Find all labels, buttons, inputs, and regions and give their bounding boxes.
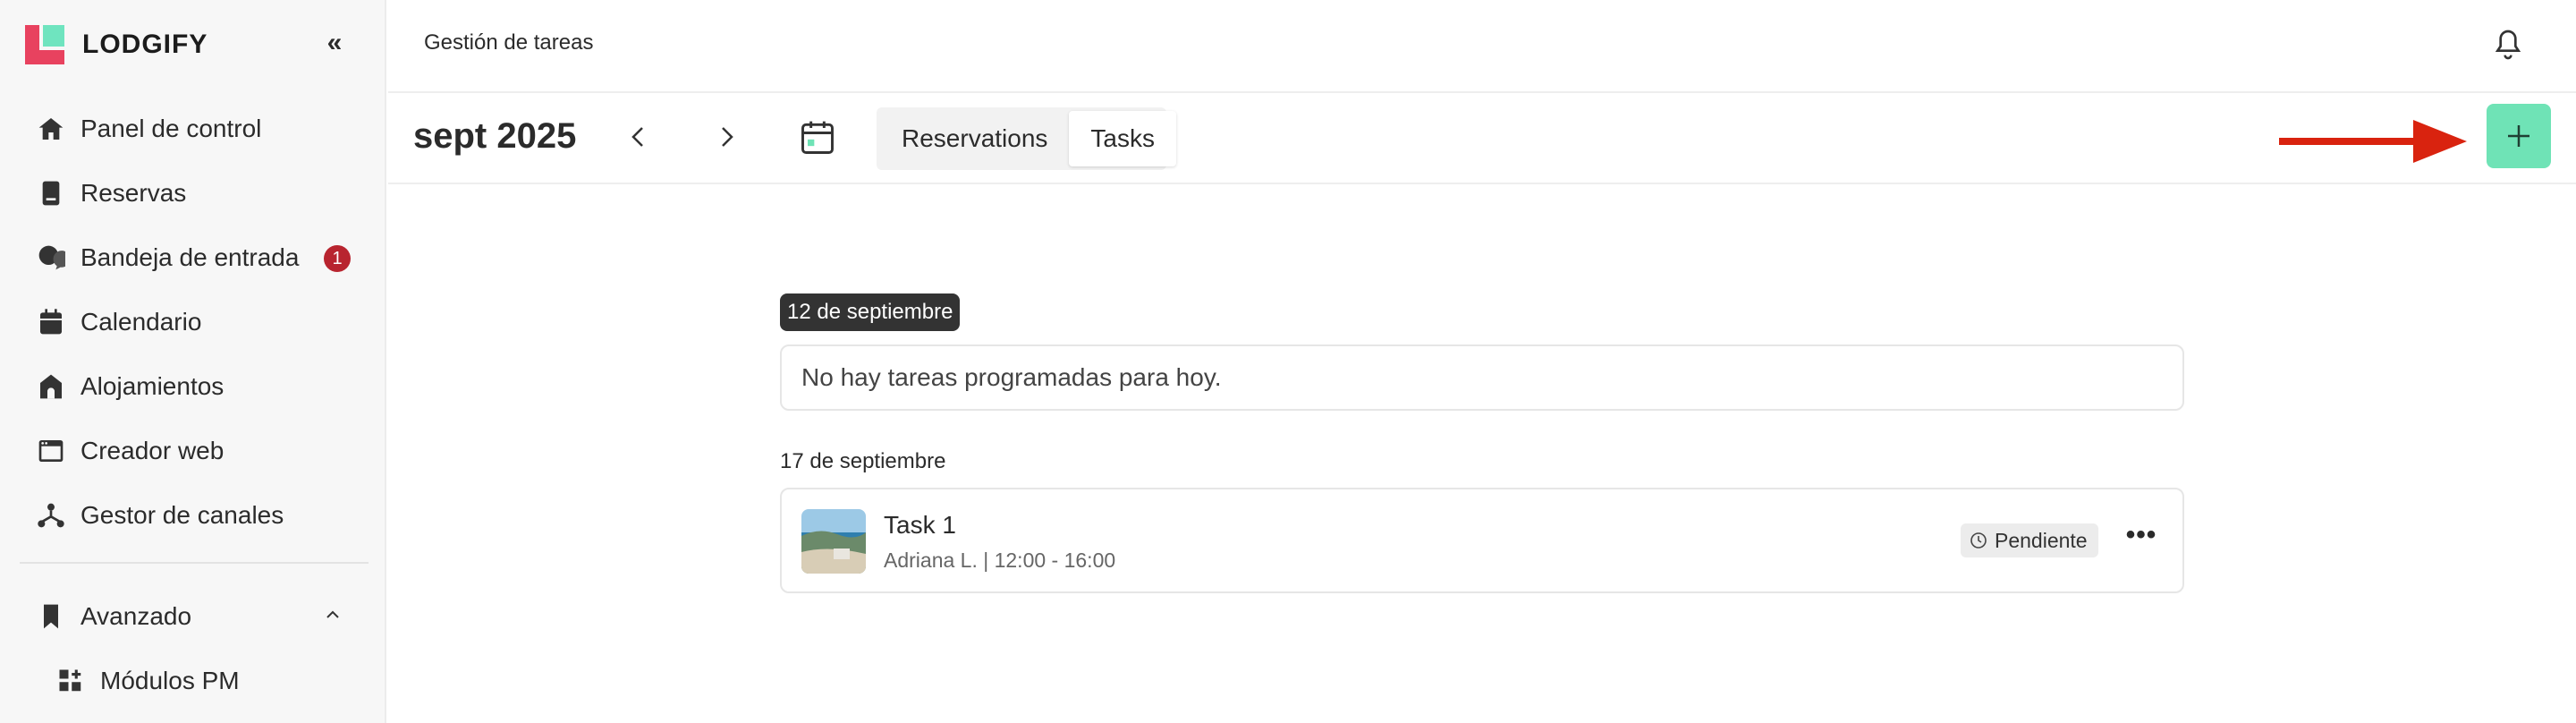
tab-reservations[interactable]: Reservations xyxy=(880,111,1069,166)
sidebar-item-calendario[interactable]: Calendario xyxy=(0,290,385,354)
house-icon xyxy=(36,371,66,402)
home-icon xyxy=(36,114,66,144)
bookmark-icon xyxy=(36,601,66,632)
sidebar-item-label: Alojamientos xyxy=(80,372,225,400)
sidebar-item-creador-web[interactable]: Creador web xyxy=(0,419,385,483)
chat-icon xyxy=(36,242,66,273)
notifications-button[interactable] xyxy=(2490,27,2526,63)
collapse-sidebar-button[interactable]: « xyxy=(317,27,352,63)
more-horizontal-icon: ••• xyxy=(2125,520,2157,549)
view-switcher: Reservations Tasks xyxy=(877,107,1176,170)
day-header: 17 de septiembre xyxy=(780,449,946,473)
calendar-toolbar: sept 2025 Reservations Tasks xyxy=(388,95,2576,184)
book-icon xyxy=(36,178,66,208)
lodgify-logo-icon xyxy=(25,25,64,64)
chevron-right-icon xyxy=(722,127,733,147)
sidebar-item-panel-de-control[interactable]: Panel de control xyxy=(0,97,385,161)
current-month: sept 2025 xyxy=(413,116,577,156)
today-button[interactable] xyxy=(798,118,837,157)
sidebar-item-bandeja-de-entrada[interactable]: Bandeja de entrada 1 xyxy=(0,225,385,290)
next-month-button[interactable] xyxy=(705,115,750,159)
sidebar-item-alojamientos[interactable]: Alojamientos xyxy=(0,354,385,419)
app-root: LODGIFY « Panel de control Reservas Band… xyxy=(0,0,2576,723)
top-bar: Gestión de tareas xyxy=(388,0,2576,93)
task-title: Task 1 xyxy=(884,511,956,539)
sidebar-item-label: Calendario xyxy=(80,308,202,336)
clock-icon xyxy=(1970,532,1987,549)
unread-count-badge: 1 xyxy=(324,245,351,272)
sidebar-divider xyxy=(20,562,369,564)
day-header-today: 12 de septiembre xyxy=(780,293,961,331)
task-assignee-time: Adriana L. | 12:00 - 16:00 xyxy=(884,549,1116,572)
sidebar-item-label: Módulos PM xyxy=(100,667,240,694)
sidebar-nav: Panel de control Reservas Bandeja de ent… xyxy=(0,97,385,548)
task-card[interactable]: Task 1 Adriana L. | 12:00 - 16:00 Pendie… xyxy=(780,488,2184,593)
browser-icon xyxy=(36,436,66,466)
annotation-arrow-icon xyxy=(2279,120,2467,163)
more-options-button[interactable]: ••• xyxy=(2122,522,2161,557)
sidebar-item-modulos-pm[interactable]: Módulos PM xyxy=(0,649,385,713)
double-chevron-left-icon: « xyxy=(326,28,343,57)
sidebar-item-label: Gestor de canales xyxy=(80,501,284,529)
page-title: Gestión de tareas xyxy=(424,30,594,55)
add-task-button[interactable] xyxy=(2487,104,2551,168)
calendar-today-icon xyxy=(801,121,834,154)
brand-name: LODGIFY xyxy=(82,30,208,59)
sidebar: LODGIFY « Panel de control Reservas Band… xyxy=(0,0,386,723)
logo[interactable]: LODGIFY xyxy=(25,25,208,64)
modules-icon xyxy=(55,666,86,696)
sidebar-item-label: Creador web xyxy=(80,437,225,464)
property-thumbnail xyxy=(801,509,866,574)
tab-tasks[interactable]: Tasks xyxy=(1069,111,1176,166)
chevron-left-icon xyxy=(631,127,643,147)
previous-month-button[interactable] xyxy=(615,115,660,159)
calendar-icon xyxy=(36,307,66,337)
sidebar-item-gestor-de-canales[interactable]: Gestor de canales xyxy=(0,483,385,548)
status-badge: Pendiente xyxy=(1961,523,2098,557)
sidebar-advanced-section: Avanzado Módulos PM xyxy=(0,584,385,713)
plus-icon xyxy=(2508,125,2529,147)
network-icon xyxy=(36,500,66,531)
empty-day-card: No hay tareas programadas para hoy. xyxy=(780,344,2184,411)
chevron-up-icon xyxy=(324,606,342,629)
bell-icon xyxy=(2495,30,2521,60)
sidebar-item-label: Bandeja de entrada xyxy=(80,243,300,271)
sidebar-item-label: Avanzado xyxy=(80,602,192,630)
sidebar-item-avanzado[interactable]: Avanzado xyxy=(0,584,385,649)
sidebar-item-label: Reservas xyxy=(80,179,187,207)
status-label: Pendiente xyxy=(1995,529,2088,552)
sidebar-item-label: Panel de control xyxy=(80,115,262,142)
sidebar-item-reservas[interactable]: Reservas xyxy=(0,161,385,225)
